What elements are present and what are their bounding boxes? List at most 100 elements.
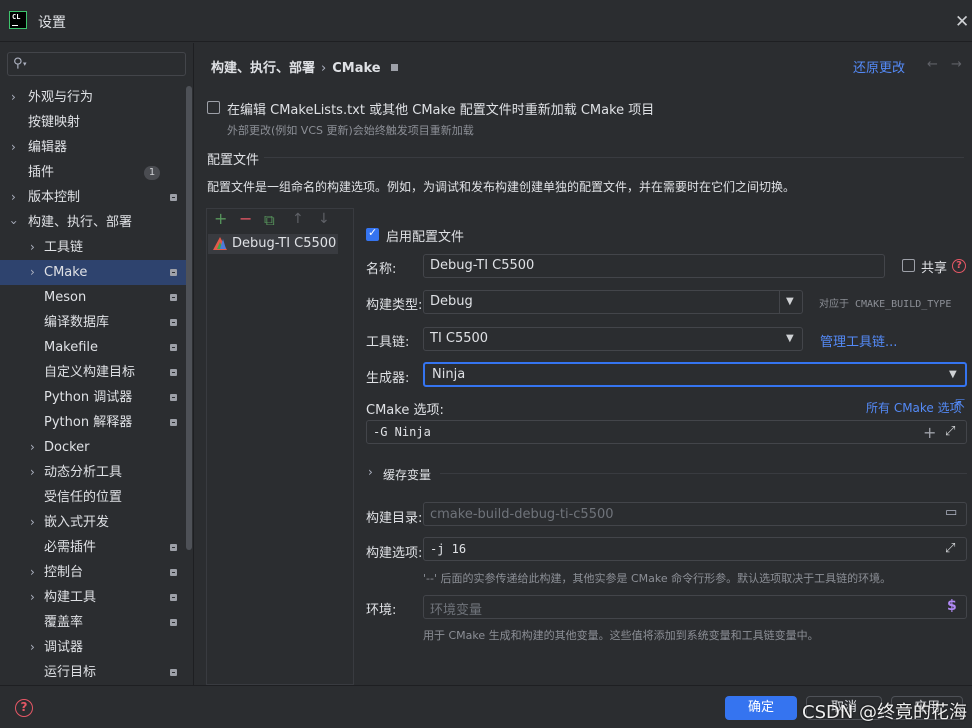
enable-profile-checkbox[interactable] — [366, 226, 379, 241]
chevron-right-icon: › — [11, 90, 16, 104]
environment-field[interactable] — [423, 595, 967, 619]
sidebar-scrollbar[interactable] — [186, 86, 192, 550]
project-level-icon — [170, 319, 177, 326]
reload-cmake-checkbox[interactable] — [207, 101, 220, 114]
reset-changes-link[interactable]: 还原更改 — [853, 57, 905, 76]
chevron-down-icon[interactable]: ▼ — [786, 333, 794, 344]
chevron-right-icon: › — [30, 240, 35, 254]
sidebar-item-editor[interactable]: › 编辑器 — [0, 135, 192, 160]
chevron-right-icon: › — [30, 565, 35, 579]
breadcrumb: 构建、执行、部署 › CMake — [211, 57, 398, 76]
build-options-field[interactable] — [423, 537, 967, 561]
dollar-icon[interactable]: $ — [947, 598, 957, 614]
chevron-right-icon: › — [30, 640, 35, 654]
sidebar-item-coverage[interactable]: 覆盖率 — [0, 610, 192, 635]
cache-variables-label[interactable]: 缓存变量 — [383, 466, 431, 483]
project-level-icon — [170, 294, 177, 301]
sidebar-item-trusted-locations[interactable]: 受信任的位置 — [0, 485, 192, 510]
environment-hint: 用于 CMake 生成和构建的其他变量。这些值将添加到系统变量和工具链变量中。 — [423, 629, 819, 642]
sidebar-item-custom-build-targets[interactable]: 自定义构建目标 — [0, 360, 192, 385]
project-level-icon — [170, 669, 177, 676]
build-type-value: Debug — [430, 294, 473, 309]
generator-dropdown[interactable] — [423, 362, 967, 387]
toolchain-label: 工具链: — [366, 335, 410, 350]
chevron-down-icon: › — [6, 220, 21, 225]
sidebar-item-docker[interactable]: › Docker — [0, 435, 192, 460]
build-type-label: 构建类型: — [366, 298, 423, 313]
expand-icon[interactable]: ⤢ — [945, 424, 955, 439]
project-level-icon — [170, 544, 177, 551]
breadcrumb-parent[interactable]: 构建、执行、部署 — [211, 61, 315, 76]
chevron-right-icon: › — [30, 265, 35, 279]
cmake-options-field[interactable] — [366, 420, 967, 444]
panel-divider — [353, 208, 354, 685]
copy-profile-icon[interactable]: ⧉ — [264, 211, 275, 229]
share-checkbox[interactable] — [902, 259, 915, 272]
sidebar-item-embedded-dev[interactable]: › 嵌入式开发 — [0, 510, 192, 535]
chevron-down-icon[interactable]: ▼ — [949, 369, 957, 380]
sidebar-item-toolchains[interactable]: › 工具链 — [0, 235, 192, 260]
project-level-icon — [170, 569, 177, 576]
search-icon: ⚲ — [13, 56, 23, 71]
project-level-icon — [170, 619, 177, 626]
move-down-icon[interactable]: ↓ — [318, 211, 330, 227]
generator-label: 生成器: — [366, 371, 410, 386]
chevron-right-icon: › — [30, 515, 35, 529]
move-up-icon[interactable]: ↑ — [292, 211, 304, 227]
reload-cmake-hint: 外部更改(例如 VCS 更新)会始终触发项目重新加载 — [227, 124, 474, 137]
profile-list-item-label: Debug-TI C5500 — [232, 236, 337, 251]
sidebar-item-appearance[interactable]: › 外观与行为 — [0, 85, 192, 110]
sidebar-item-python-debugger[interactable]: Python 调试器 — [0, 385, 192, 410]
sidebar-item-required-plugins[interactable]: 必需插件 — [0, 535, 192, 560]
sidebar-item-cmake[interactable]: › CMake — [0, 260, 192, 285]
forward-arrow-icon[interactable]: → — [951, 57, 962, 72]
chevron-down-icon[interactable]: ▼ — [786, 296, 794, 307]
help-button[interactable]: ? — [15, 699, 33, 717]
manage-toolchains-link[interactable]: 管理工具链... — [820, 331, 897, 350]
sidebar-item-run-targets[interactable]: 运行目标 — [0, 660, 192, 685]
sidebar-item-vcs[interactable]: › 版本控制 — [0, 185, 192, 210]
sidebar-item-plugins[interactable]: 插件 1 — [0, 160, 192, 185]
external-link-icon[interactable]: ⇱ — [955, 397, 965, 411]
environment-label: 环境: — [366, 603, 397, 618]
add-option-icon[interactable]: + — [923, 423, 936, 442]
folder-icon[interactable]: ▭ — [945, 505, 957, 520]
chevron-right-icon: › — [30, 465, 35, 479]
sidebar-item-dynamic-analysis[interactable]: › 动态分析工具 — [0, 460, 192, 485]
sidebar-item-build-execution-deployment[interactable]: › 构建、执行、部署 — [0, 210, 192, 235]
search-input[interactable] — [7, 52, 186, 76]
project-level-icon — [170, 594, 177, 601]
sidebar-item-compilation-db[interactable]: 编译数据库 — [0, 310, 192, 335]
sidebar-item-debugger[interactable]: › 调试器 — [0, 635, 192, 660]
close-icon[interactable]: ✕ — [955, 12, 969, 32]
environment-placeholder: 环境变量 — [430, 603, 483, 618]
enable-profile-label: 启用配置文件 — [386, 230, 465, 245]
project-level-icon — [170, 369, 177, 376]
project-level-icon — [170, 344, 177, 351]
help-icon[interactable]: ? — [952, 259, 966, 273]
build-type-dropdown[interactable] — [423, 290, 803, 314]
clion-logo-icon: CL — [9, 11, 27, 29]
sidebar-item-keymap[interactable]: 按键映射 — [0, 110, 192, 135]
name-label: 名称: — [366, 262, 397, 277]
update-count-badge: 1 — [144, 166, 160, 180]
ok-button[interactable]: 确定 — [725, 696, 797, 720]
chevron-right-icon: › — [30, 440, 35, 454]
sidebar-item-makefile[interactable]: Makefile — [0, 335, 192, 360]
search-options-icon[interactable]: ▾ — [23, 60, 27, 68]
chevron-right-icon: › — [30, 590, 35, 604]
chevron-right-icon[interactable]: › — [368, 465, 373, 479]
add-profile-icon[interactable]: + — [214, 209, 227, 228]
sidebar-item-python-interpreter[interactable]: Python 解释器 — [0, 410, 192, 435]
sidebar-item-meson[interactable]: Meson — [0, 285, 192, 310]
reload-cmake-label: 在编辑 CMakeLists.txt 或其他 CMake 配置文件时重新加载 C… — [227, 103, 655, 118]
remove-profile-icon[interactable]: − — [239, 209, 252, 228]
all-cmake-options-link[interactable]: 所有 CMake 选项 — [866, 399, 962, 416]
sidebar-item-console[interactable]: › 控制台 — [0, 560, 192, 585]
expand-icon[interactable]: ⤢ — [945, 541, 955, 556]
sidebar-item-build-tools[interactable]: › 构建工具 — [0, 585, 192, 610]
back-arrow-icon[interactable]: ← — [927, 57, 938, 72]
project-level-icon — [170, 269, 177, 276]
build-dir-value: cmake-build-debug-ti-c5500 — [430, 507, 614, 522]
chevron-right-icon: › — [11, 190, 16, 204]
